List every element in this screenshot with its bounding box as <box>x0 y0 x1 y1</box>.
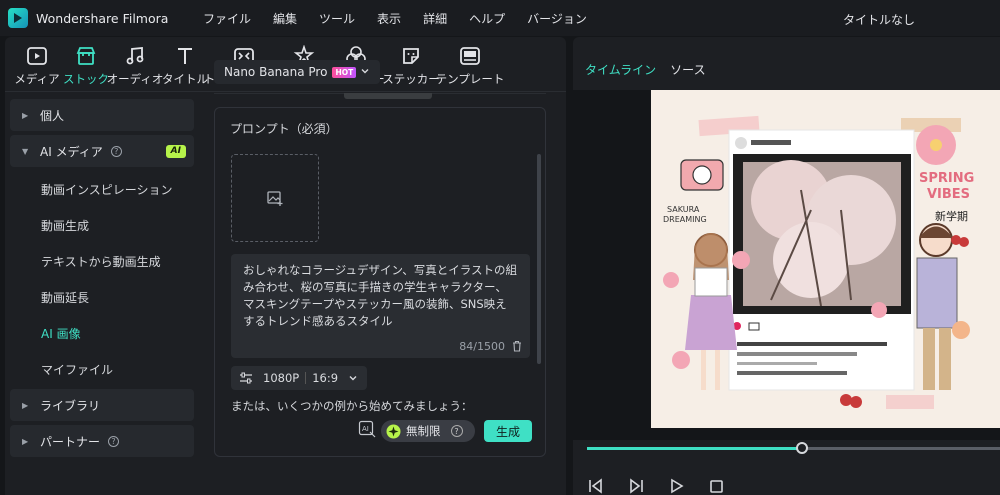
caret-down-icon: ▼ <box>22 146 29 156</box>
playback-progress-bar[interactable] <box>587 442 1000 454</box>
help-icon[interactable]: ? <box>110 145 122 157</box>
menu-advanced[interactable]: 詳細 <box>412 10 458 27</box>
svg-text:新学期: 新学期 <box>935 209 968 223</box>
partial-thumbnail <box>344 93 432 99</box>
menu-bar: ファイル 編集 ツール 表示 詳細 ヘルプ バージョン <box>192 10 598 27</box>
sidebar-section-ai-media[interactable]: ▼ AI メディア ? AI <box>10 135 194 167</box>
sidebar-section-library[interactable]: ▶ ライブラリ <box>10 389 194 421</box>
output-settings-dropdown[interactable]: 1080P 16:9 <box>231 366 367 390</box>
prompt-title: プロンプト（必須） <box>230 122 338 136</box>
app-name: Wondershare Filmora <box>36 10 169 26</box>
tool-sticker[interactable]: ステッカー <box>382 37 440 91</box>
sidebar: ▶ 個人 ▼ AI メディア ? AI 動画インスピレーション 動画生成 テキス… <box>10 99 194 461</box>
model-select[interactable]: Nano Banana Pro HOT <box>214 60 380 84</box>
scrollbar[interactable] <box>537 154 541 364</box>
menu-help[interactable]: ヘルプ <box>458 10 516 27</box>
tool-stock[interactable]: ストック <box>63 37 109 91</box>
sidebar-item-video-inspiration[interactable]: 動画インスピレーション <box>10 171 194 207</box>
hot-badge: HOT <box>332 66 357 78</box>
stop-icon[interactable] <box>707 477 725 495</box>
resolution-value: 1080P <box>263 371 300 385</box>
title-t-icon <box>178 48 192 64</box>
help-icon[interactable]: ? <box>108 435 120 447</box>
collage-illustration: SAKURA DREAMING SPRING VIBES 新学期 <box>651 90 1000 428</box>
ai-badge: AI <box>165 145 186 158</box>
progress-handle[interactable] <box>795 442 808 454</box>
preview-panel: タイムライン ソース SAKURA DREAMING SPRING VIBES … <box>573 37 1000 495</box>
tab-source[interactable]: ソース <box>670 61 705 78</box>
sidebar-item-video-generation[interactable]: 動画生成 <box>10 207 194 243</box>
tool-media[interactable]: メディア <box>13 37 61 91</box>
tab-timeline[interactable]: タイムライン <box>585 61 656 78</box>
sidebar-section-partner[interactable]: ▶ パートナー ? <box>10 425 194 457</box>
image-upload-dropzone[interactable] <box>231 154 319 242</box>
template-icon <box>460 47 480 65</box>
svg-text:SAKURA: SAKURA <box>667 205 700 214</box>
music-note-icon <box>126 47 144 65</box>
menu-edit[interactable]: 編集 <box>262 10 308 27</box>
toolbar-divider <box>5 91 566 92</box>
sticker-icon <box>403 48 419 64</box>
unlimited-credits-pill[interactable]: 無制限 ? <box>381 420 475 442</box>
step-back-icon[interactable] <box>587 477 605 495</box>
examples-hint: または、いくつかの例から始めてみましょう： <box>231 399 473 413</box>
svg-text:SPRING: SPRING <box>919 171 974 186</box>
preview-tabs: タイムライン ソース <box>585 61 720 78</box>
stock-icon <box>76 47 96 65</box>
sidebar-item-my-files[interactable]: マイファイル <box>10 351 194 387</box>
chevron-down-icon <box>349 376 357 381</box>
preview-image: SAKURA DREAMING SPRING VIBES 新学期 <box>651 90 1000 428</box>
aspect-ratio-value: 16:9 <box>312 371 339 385</box>
preview-area: SAKURA DREAMING SPRING VIBES 新学期 <box>573 90 1000 440</box>
window-title: タイトルなし <box>843 13 916 27</box>
svg-text:VIBES: VIBES <box>927 187 970 202</box>
filmora-logo-icon <box>8 8 28 28</box>
chevron-down-icon <box>361 69 369 74</box>
menu-view[interactable]: 表示 <box>366 10 412 27</box>
title-bar: Wondershare Filmora ファイル 編集 ツール 表示 詳細 ヘル… <box>0 0 1000 36</box>
generate-button[interactable]: 生成 <box>484 420 532 442</box>
svg-text:AI: AI <box>362 425 369 433</box>
tool-audio[interactable]: オーディオ <box>107 37 163 91</box>
ai-media-list: 動画インスピレーション 動画生成 テキストから動画生成 動画延長 AI 画像 マ… <box>10 171 194 387</box>
tool-title[interactable]: タイトル <box>162 37 208 91</box>
sidebar-item-ai-image[interactable]: AI 画像 <box>10 315 194 351</box>
play-icon[interactable] <box>667 477 685 495</box>
menu-tools[interactable]: ツール <box>308 10 366 27</box>
add-image-icon <box>267 191 283 206</box>
svg-text:DREAMING: DREAMING <box>663 215 707 224</box>
sidebar-section-personal[interactable]: ▶ 個人 <box>10 99 194 131</box>
help-icon[interactable]: ? <box>450 425 463 437</box>
media-icon <box>27 47 47 65</box>
caret-right-icon: ▶ <box>22 436 29 446</box>
caret-right-icon: ▶ <box>22 400 29 410</box>
sidebar-item-text-to-video[interactable]: テキストから動画生成 <box>10 243 194 279</box>
tool-template[interactable]: テンプレート <box>436 37 504 91</box>
sliders-icon <box>240 372 252 384</box>
separator <box>305 372 307 384</box>
credit-plus-icon <box>386 424 401 438</box>
menu-file[interactable]: ファイル <box>192 10 262 27</box>
ai-prompt-assist-icon[interactable]: AI <box>358 420 376 438</box>
step-forward-icon[interactable] <box>627 477 645 495</box>
transport-controls <box>587 477 747 495</box>
prompt-card: プロンプト（必須） おしゃれなコラージュデザイン、写真とイラストの組み合わせ、桜… <box>214 107 546 457</box>
sidebar-item-video-extend[interactable]: 動画延長 <box>10 279 194 315</box>
char-counter: 84/1500 <box>459 340 505 353</box>
menu-version[interactable]: バージョン <box>516 10 598 27</box>
progress-fill <box>587 447 802 450</box>
caret-right-icon: ▶ <box>22 110 29 120</box>
trash-icon[interactable] <box>511 340 523 352</box>
